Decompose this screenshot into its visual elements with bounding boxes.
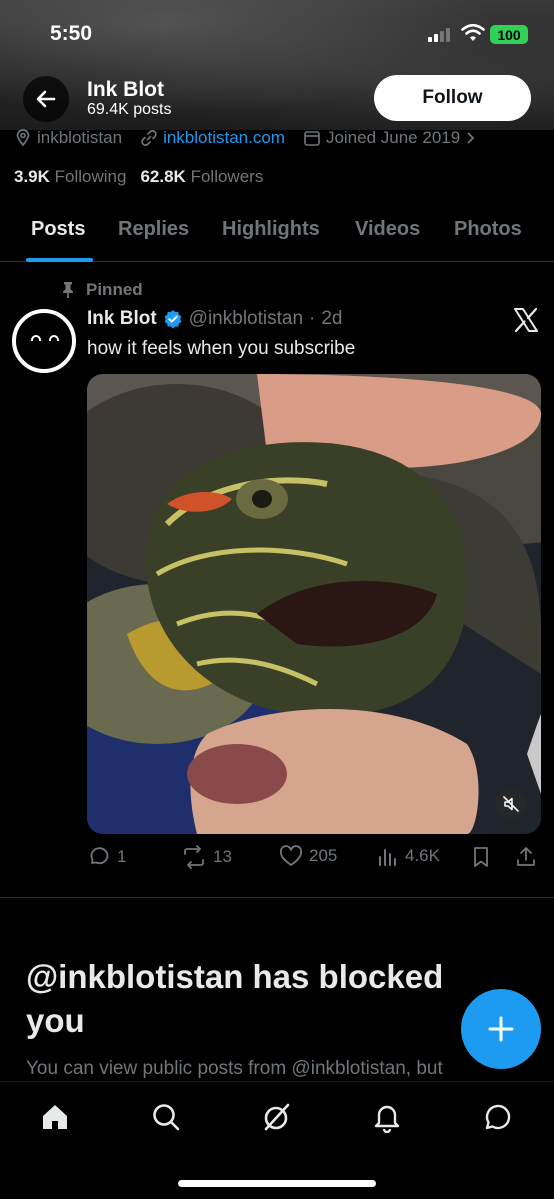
- nav-messages[interactable]: [480, 1100, 514, 1134]
- follow-button[interactable]: Follow: [374, 75, 531, 121]
- x-logo-icon: [514, 307, 538, 333]
- status-bar: 5:50 100: [0, 22, 554, 48]
- calendar-icon: [304, 131, 320, 146]
- notifications-icon: [374, 1105, 400, 1133]
- compose-button[interactable]: [461, 989, 541, 1069]
- home-icon: [43, 1105, 67, 1129]
- website-link[interactable]: inkblotistan.com: [163, 128, 285, 148]
- mute-icon: [503, 796, 519, 812]
- nav-notifications[interactable]: [370, 1100, 404, 1134]
- bookmark-icon: [474, 847, 488, 867]
- views-button[interactable]: 4.6K: [377, 845, 440, 867]
- profile-meta: inkblotistan inkblotistan.com Joined Jun…: [14, 126, 554, 150]
- post-handle[interactable]: @inkblotistan: [189, 308, 303, 330]
- header-post-count: 69.4K posts: [87, 101, 172, 118]
- bookmark-button[interactable]: [471, 845, 491, 869]
- pinned-label: Pinned: [60, 280, 143, 300]
- profile-website[interactable]: inkblotistan.com: [140, 128, 285, 148]
- turtle-video-frame: [87, 374, 541, 834]
- post-time-separator: ·: [309, 308, 316, 329]
- profile-tabs: Posts Replies Highlights Videos Photos: [0, 204, 554, 262]
- nav-home[interactable]: [38, 1100, 72, 1134]
- repost-button[interactable]: 13: [181, 845, 232, 869]
- share-icon: [517, 847, 535, 866]
- blocked-title: @inkblotistan has blocked you: [26, 958, 444, 1039]
- followers-link[interactable]: 62.8K Followers: [140, 167, 263, 187]
- section-divider: [0, 897, 554, 898]
- like-icon: [279, 845, 303, 866]
- link-icon: [141, 130, 157, 146]
- post-text: how it feels when you subscribe: [87, 338, 356, 359]
- profile-header: 5:50 100 Ink Blot 69.4K posts Follow: [0, 0, 554, 130]
- grok-icon: [264, 1103, 290, 1131]
- active-tab-indicator: [26, 258, 93, 262]
- profile-joined: Joined June 2019: [303, 128, 477, 148]
- battery-indicator: 100: [490, 25, 528, 44]
- avatar[interactable]: [12, 309, 76, 373]
- post-header: Ink Blot @inkblotistan · 2d: [87, 308, 342, 330]
- post-actions: 1 13 205 4.6K: [87, 845, 541, 873]
- follow-stats: 3.9K Following 62.8K Followers: [14, 167, 263, 187]
- verified-badge-icon: [164, 310, 182, 329]
- repost-icon: [184, 845, 204, 869]
- messages-icon: [485, 1104, 511, 1130]
- pin-icon: [63, 282, 73, 298]
- back-arrow-icon: [36, 90, 56, 108]
- tab-posts[interactable]: Posts: [31, 218, 85, 241]
- post-video[interactable]: [87, 374, 541, 834]
- tab-photos[interactable]: Photos: [454, 218, 522, 241]
- like-button[interactable]: 205: [279, 845, 337, 867]
- signal-icon: [428, 28, 454, 42]
- reply-button[interactable]: 1: [87, 845, 126, 869]
- header-name: Ink Blot: [87, 78, 164, 101]
- post-author[interactable]: Ink Blot: [87, 308, 157, 330]
- profile-location: inkblotistan: [14, 128, 122, 148]
- reply-icon: [90, 847, 109, 865]
- tab-videos[interactable]: Videos: [355, 218, 420, 241]
- wifi-icon: [461, 24, 485, 41]
- post-time[interactable]: 2d: [321, 308, 342, 330]
- tab-highlights[interactable]: Highlights: [222, 218, 320, 241]
- home-indicator: [178, 1180, 376, 1187]
- nav-grok[interactable]: [260, 1100, 294, 1134]
- search-icon: [153, 1104, 180, 1131]
- location-icon: [16, 129, 30, 147]
- plus-icon: [488, 1016, 514, 1042]
- status-time: 5:50: [50, 22, 93, 45]
- mute-button[interactable]: [495, 788, 527, 820]
- back-button[interactable]: [23, 76, 69, 122]
- views-icon: [379, 849, 396, 866]
- following-link[interactable]: 3.9K Following: [14, 167, 126, 187]
- tab-replies[interactable]: Replies: [118, 218, 189, 241]
- chevron-right-icon: [467, 132, 475, 144]
- nav-search[interactable]: [149, 1100, 183, 1134]
- share-button[interactable]: [515, 845, 537, 869]
